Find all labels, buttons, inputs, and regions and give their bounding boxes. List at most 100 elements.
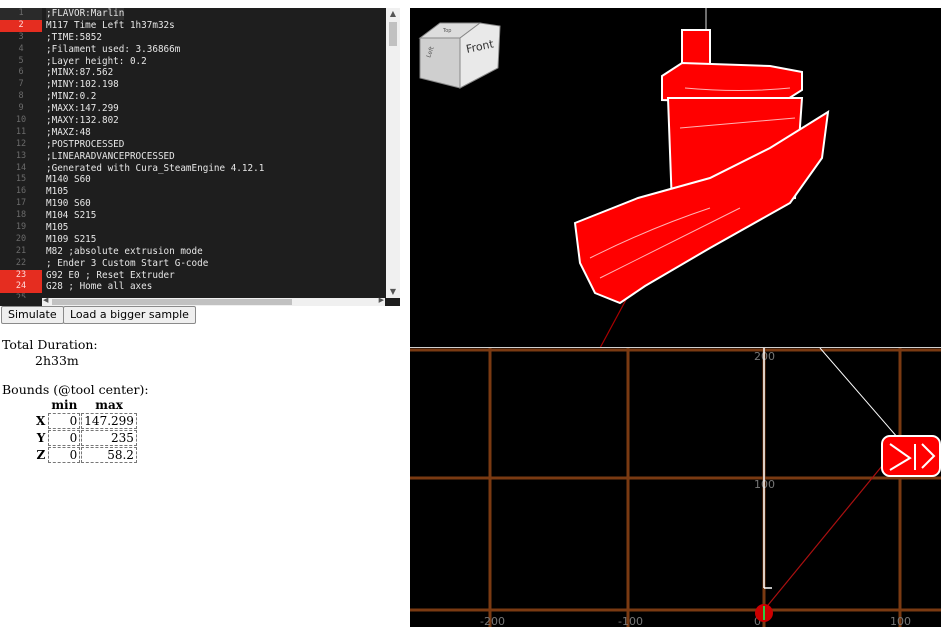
- x-tick-label: -200: [480, 615, 505, 627]
- bounds-label: Bounds (@tool center):: [2, 382, 149, 397]
- bounds-axis-header: [34, 398, 47, 412]
- toolpath-line: [763, 465, 883, 611]
- horizontal-scrollbar[interactable]: ◀ ▶: [42, 296, 385, 306]
- line-number: 24: [0, 281, 42, 294]
- gcode-text: M140 S60: [46, 174, 91, 186]
- scroll-down-arrow-icon[interactable]: ▼: [386, 286, 400, 298]
- line-number: 23: [0, 269, 42, 282]
- gcode-text: M105: [46, 186, 69, 198]
- gcode-line[interactable]: 13 ;LINEARADVANCEPROCESSED: [0, 151, 385, 163]
- bounds-header-row: min max: [34, 398, 137, 412]
- view-cube-side-face[interactable]: [419, 37, 461, 89]
- gcode-text: ;MINY:102.198: [46, 79, 119, 91]
- gcode-line[interactable]: 6 ;MINX:87.562: [0, 67, 385, 79]
- gcode-text: ; Ender 3 Custom Start G-code: [46, 257, 209, 269]
- gcode-line[interactable]: 9 ;MAXX:147.299: [0, 103, 385, 115]
- gcode-text: ;Filament used: 3.36866m: [46, 43, 181, 55]
- bounds-max-value: 147.299: [81, 413, 137, 429]
- gcode-line[interactable]: 14 ;Generated with Cura_SteamEngine 4.12.…: [0, 163, 385, 175]
- view-cube[interactable]: Front Top Left: [418, 22, 501, 89]
- bounds-min-header: min: [51, 398, 78, 412]
- line-number: 25: [0, 293, 42, 298]
- gcode-text: ;POSTPROCESSED: [46, 138, 125, 150]
- bounds-max-header: max: [95, 398, 123, 412]
- bounds-min-value: 0: [48, 413, 81, 429]
- bounds-axis: X: [36, 414, 46, 428]
- 3d-scene[interactable]: Front Top Left: [410, 8, 941, 348]
- gcode-text: ;MAXX:147.299: [46, 103, 119, 115]
- gcode-line[interactable]: 15 M140 S60: [0, 174, 385, 186]
- printed-model[interactable]: [573, 29, 830, 305]
- line-number: 11: [15, 126, 27, 137]
- line-number: 13: [15, 150, 27, 161]
- gcode-line[interactable]: 18 M104 S215: [0, 210, 385, 222]
- gcode-line[interactable]: 11 ;MAXZ:48: [0, 127, 385, 139]
- gcode-editor[interactable]: 1 ;FLAVOR:Marlin 2 M117 Time Left 1h37m32s 3…: [0, 8, 400, 306]
- 3d-viewport[interactable]: Front Top Left: [410, 8, 941, 348]
- line-number: 15: [15, 174, 27, 185]
- line-number: 16: [15, 186, 27, 197]
- scroll-up-arrow-icon[interactable]: ▲: [386, 8, 400, 20]
- gcode-text: G28 ; Home all axes: [46, 281, 153, 293]
- travel-line: [819, 348, 899, 439]
- x-tick-label: 100: [890, 615, 911, 627]
- load-bigger-sample-button[interactable]: Load a bigger sample: [63, 306, 196, 324]
- line-number: 10: [15, 115, 27, 126]
- line-number: 12: [15, 138, 27, 149]
- bounds-max-value: 235: [81, 430, 137, 446]
- gcode-text: G92 E0 ; Reset Extruder: [46, 269, 175, 281]
- gcode-line[interactable]: 19 M105: [0, 222, 385, 234]
- view-cube-top-label: Top: [442, 28, 451, 34]
- gcode-line[interactable]: 4 ;Filament used: 3.36866m: [0, 44, 385, 56]
- 2d-grid[interactable]: -200-1000100200100: [410, 348, 941, 627]
- gcode-line[interactable]: 10 ;MAXY:132.802: [0, 115, 385, 127]
- gcode-text: ;MAXY:132.802: [46, 115, 119, 127]
- gcode-lines[interactable]: 1 ;FLAVOR:Marlin 2 M117 Time Left 1h37m32s 3…: [0, 8, 385, 298]
- total-duration-label: Total Duration:: [2, 337, 98, 352]
- horizontal-scroll-thumb[interactable]: [52, 299, 292, 305]
- gcode-line[interactable]: 22 ; Ender 3 Custom Start G-code: [0, 258, 385, 270]
- line-number: 2: [0, 19, 42, 32]
- gcode-text: M109 S215: [46, 233, 97, 245]
- gcode-text: M104 S215: [46, 210, 97, 222]
- line-number: 4: [18, 43, 24, 54]
- toolpath-guide-line: [599, 295, 629, 348]
- scroll-left-arrow-icon[interactable]: ◀: [43, 296, 48, 304]
- gcode-line[interactable]: 21 M82 ;absolute extrusion mode: [0, 246, 385, 258]
- line-number: 14: [15, 162, 27, 173]
- model-top-view[interactable]: [881, 435, 941, 477]
- total-duration-value: 2h33m: [35, 353, 79, 368]
- bounds-table: min max X 0 147.299 Y 0 235 Z 0 58.2: [33, 397, 138, 464]
- gcode-line[interactable]: 23 G92 E0 ; Reset Extruder: [0, 269, 385, 282]
- gcode-line[interactable]: 7 ;MINY:102.198: [0, 79, 385, 91]
- bounds-min-value: 0: [48, 430, 81, 446]
- gcode-line[interactable]: 8 ;MINZ:0.2: [0, 91, 385, 103]
- line-number: 9: [18, 103, 24, 114]
- gcode-line[interactable]: 1 ;FLAVOR:Marlin: [0, 8, 385, 20]
- gcode-line[interactable]: 17 M190 S60: [0, 198, 385, 210]
- gcode-line[interactable]: 3 ;TIME:5852: [0, 32, 385, 44]
- gcode-text: ;Generated with Cura_SteamEngine 4.12.1: [46, 162, 265, 174]
- bounds-max-value: 58.2: [81, 447, 137, 463]
- gcode-line[interactable]: 5 ;Layer height: 0.2: [0, 56, 385, 68]
- line-number: 6: [18, 67, 24, 78]
- gcode-line[interactable]: 2 M117 Time Left 1h37m32s: [0, 19, 385, 32]
- line-number: 21: [15, 245, 27, 256]
- vertical-scroll-thumb[interactable]: [389, 22, 397, 46]
- bounds-axis: Z: [36, 448, 46, 462]
- gcode-line[interactable]: 24 G28 ; Home all axes: [0, 281, 385, 294]
- gcode-line[interactable]: 20 M109 S215: [0, 234, 385, 246]
- vertical-scrollbar[interactable]: ▲ ▼: [386, 8, 400, 298]
- simulate-button[interactable]: Simulate: [1, 306, 64, 324]
- gcode-line[interactable]: 12 ;POSTPROCESSED: [0, 139, 385, 151]
- line-number: 5: [18, 55, 24, 66]
- scroll-right-arrow-icon[interactable]: ▶: [379, 296, 384, 304]
- line-number: 17: [15, 198, 27, 209]
- gcode-text: ;MINX:87.562: [46, 67, 114, 79]
- bounds-axis: Y: [36, 431, 46, 445]
- gcode-line[interactable]: 16 M105: [0, 186, 385, 198]
- bounds-min-value: 0: [48, 447, 81, 463]
- line-number: 3: [18, 31, 24, 42]
- line-number: 8: [18, 91, 24, 102]
- 2d-viewport[interactable]: -200-1000100200100: [410, 348, 941, 627]
